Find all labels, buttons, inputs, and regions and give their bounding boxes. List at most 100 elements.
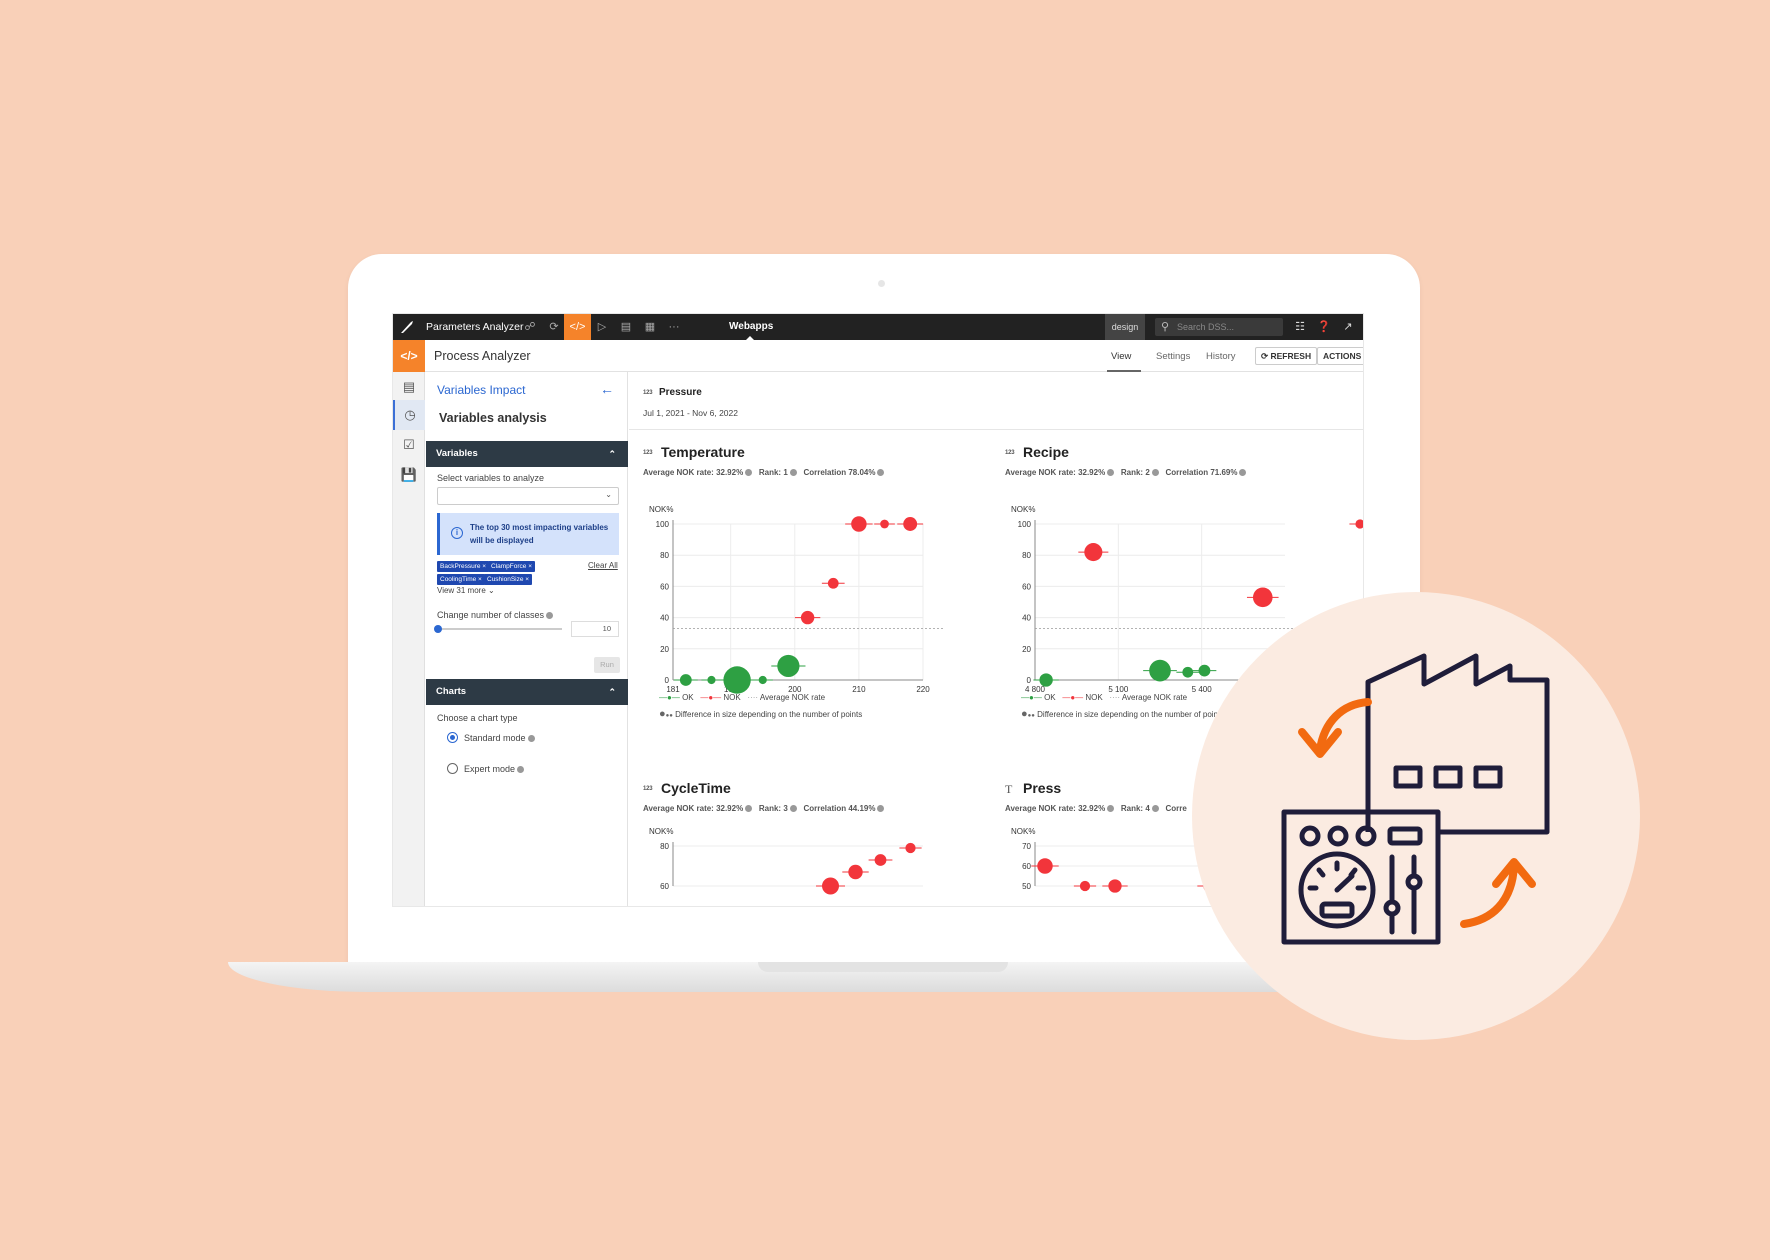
- chevron-down-icon: ⌄: [605, 490, 612, 499]
- webapp-title: Process Analyzer: [434, 349, 531, 363]
- active-section-label[interactable]: Webapps: [729, 321, 773, 332]
- size-legend-icon: ●●: [665, 713, 673, 719]
- variable-chip[interactable]: CushionSize ×: [484, 574, 533, 585]
- play-icon[interactable]: ▷: [593, 318, 611, 336]
- chip-label: CushionSize: [487, 576, 524, 583]
- y-tick-label: 0: [1027, 676, 1032, 685]
- avg-nok-rate: 32.92%: [716, 468, 744, 477]
- x-tick-label: 210: [852, 685, 866, 694]
- refresh-label: REFRESH: [1270, 351, 1312, 361]
- tab-settings[interactable]: Settings: [1156, 351, 1190, 362]
- view-more-label: View 31 more: [437, 586, 486, 595]
- size-legend-icon: ●: [1021, 708, 1028, 720]
- expert-mode-label: Expert mode: [464, 764, 525, 774]
- correlation: 44.19%: [848, 804, 876, 813]
- search-icon: ⚲: [1161, 321, 1170, 333]
- standard-mode-text: Standard mode: [464, 733, 526, 743]
- standard-mode-radio[interactable]: [447, 732, 458, 743]
- variables-select[interactable]: ⌄: [437, 487, 619, 505]
- expert-mode-radio[interactable]: [447, 763, 458, 774]
- help-dot-icon: [546, 612, 554, 620]
- laptop-notch: [758, 962, 1008, 972]
- chip-label: ClampForce: [491, 563, 527, 570]
- nok-point: [1084, 543, 1103, 562]
- help-icon[interactable]: ❓: [1315, 318, 1333, 336]
- dashboard-icon[interactable]: ▦: [641, 318, 659, 336]
- chip-label: BackPressure: [440, 563, 481, 570]
- ok-legend-label: OK: [682, 693, 694, 702]
- run-button[interactable]: Run: [594, 657, 620, 673]
- more-icon[interactable]: ···: [665, 318, 683, 336]
- variable-chip[interactable]: CoolingTime ×: [437, 574, 485, 585]
- search-input[interactable]: ⚲ Search DSS...: [1155, 318, 1283, 336]
- variable-chip[interactable]: ClampForce ×: [488, 561, 536, 572]
- variables-impact-link[interactable]: Variables Impact: [437, 383, 525, 397]
- nok-point: [1079, 880, 1091, 892]
- variables-section-header[interactable]: Variables ⌃: [426, 441, 628, 467]
- cycletime-chart: NOK% 60 80: [649, 827, 923, 895]
- apps-grid-icon[interactable]: ☷: [1291, 318, 1309, 336]
- actions-button[interactable]: ACTIONS: [1317, 347, 1363, 365]
- project-name[interactable]: Parameters Analyzer: [426, 321, 523, 333]
- chevron-up-icon: ⌃: [608, 687, 616, 697]
- code-icon[interactable]: </>: [564, 314, 591, 340]
- nav-variables-impact-icon[interactable]: ◷: [393, 400, 425, 430]
- classes-label: Change number of classes: [437, 610, 554, 620]
- code-recipe-icon[interactable]: ⟳: [545, 318, 563, 336]
- ok-point: [723, 666, 751, 694]
- mode-badge[interactable]: design: [1105, 314, 1145, 340]
- help-dot-icon: [745, 805, 753, 813]
- chart-stats: Average NOK rate: 32.92% Rank: 1 Correla…: [643, 468, 885, 477]
- tab-history[interactable]: History: [1206, 351, 1236, 362]
- nav-checks-icon[interactable]: ☑: [393, 430, 425, 460]
- help-dot-icon: [877, 469, 885, 477]
- classes-number-input[interactable]: 10: [571, 621, 619, 637]
- classes-slider-track[interactable]: [437, 628, 562, 630]
- trend-icon[interactable]: ↗: [1339, 318, 1357, 336]
- chip-label: CoolingTime: [440, 576, 477, 583]
- info-icon: i: [451, 527, 463, 539]
- nav-summary-icon[interactable]: ▤: [393, 372, 425, 402]
- classes-slider-knob[interactable]: [434, 625, 442, 633]
- standard-mode-label: Standard mode: [464, 733, 535, 743]
- factory-control-illustration: [1281, 653, 1550, 945]
- avg-legend-icon: ····: [1109, 693, 1121, 702]
- ok-point: [1039, 673, 1053, 687]
- chart-stats: Average NOK rate: 32.92% Rank: 4 Corre: [1005, 804, 1187, 813]
- variables-section-label: Variables: [436, 448, 478, 459]
- size-legend-icon: ●●: [1027, 713, 1035, 719]
- y-tick-label: 70: [1022, 842, 1031, 851]
- tab-view[interactable]: View: [1111, 351, 1131, 362]
- selected-variable-name: Pressure: [659, 387, 702, 398]
- back-arrow-icon[interactable]: ←: [600, 381, 614, 397]
- y-tick-label: 60: [1022, 582, 1031, 591]
- avg-legend-label: Average NOK rate: [759, 693, 826, 702]
- y-tick-label: 60: [660, 582, 669, 591]
- nav-save-icon[interactable]: 💾: [393, 460, 425, 490]
- webapp-code-icon[interactable]: </>: [393, 340, 425, 372]
- avg-nok-rate: 32.92%: [1078, 468, 1106, 477]
- y-tick-label: 40: [660, 614, 669, 623]
- ok-point: [758, 675, 767, 685]
- clear-all-link[interactable]: Clear All: [588, 561, 618, 570]
- correlation: 78.04%: [848, 468, 876, 477]
- view-more-link[interactable]: View 31 more ⌄: [437, 586, 495, 595]
- variable-chip[interactable]: BackPressure ×: [437, 561, 490, 572]
- flow-icon[interactable]: ☍: [521, 318, 539, 336]
- nok-point: [1355, 519, 1363, 529]
- nok-point: [1037, 858, 1053, 874]
- charts-section-header[interactable]: Charts ⌃: [426, 679, 628, 705]
- info-callout: i The top 30 most impacting variables wi…: [437, 513, 619, 555]
- help-dot-icon: [789, 469, 797, 477]
- chart-type-label: Choose a chart type: [437, 713, 518, 723]
- size-legend: ●●● Difference in size depending on the …: [659, 708, 862, 720]
- dataiku-logo-icon[interactable]: [399, 319, 415, 335]
- y-tick-label: 0: [665, 676, 670, 685]
- refresh-button[interactable]: ⟳ REFRESH: [1255, 347, 1318, 365]
- nok-legend-icon: —●—: [700, 693, 722, 702]
- chart-stats: Average NOK rate: 32.92% Rank: 3 Correla…: [643, 804, 885, 813]
- bot-icon[interactable]: ▤: [617, 318, 635, 336]
- factory-icon: [1365, 653, 1550, 835]
- y-tick-label: 20: [1022, 645, 1031, 654]
- nok-legend-label: NOK: [1085, 693, 1103, 702]
